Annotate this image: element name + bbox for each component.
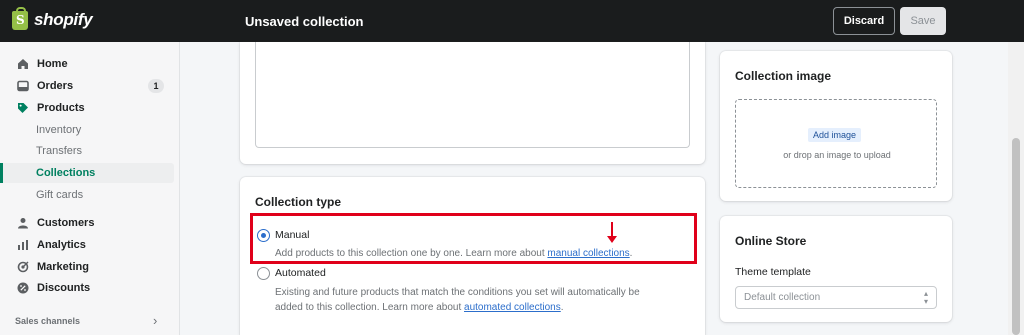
sidebar-item-marketing[interactable]: Marketing (0, 257, 174, 277)
sidebar-item-label: Home (37, 58, 68, 70)
page-scrollbar[interactable] (1008, 42, 1024, 335)
chevron-right-icon[interactable]: › (153, 313, 157, 328)
shopify-logo[interactable]: shopify (12, 6, 93, 30)
sidebar-item-customers[interactable]: Customers (0, 213, 174, 233)
sidebar-item-collections[interactable]: Collections (0, 163, 174, 183)
person-icon (17, 217, 29, 229)
sidebar-item-transfers[interactable]: Transfers (0, 141, 174, 161)
automated-radio[interactable] (257, 267, 270, 280)
shopify-bag-icon (12, 6, 28, 30)
sidebar-item-label: Gift cards (36, 189, 84, 201)
automated-help-text: Existing and future products that match … (275, 287, 640, 313)
theme-template-select[interactable]: Default collection ▴ ▾ (735, 286, 937, 309)
sidebar-item-label: Products (37, 102, 85, 114)
automated-help-line2: added to this collection. Learn more abo… (275, 302, 465, 313)
theme-template-value: Default collection (744, 292, 821, 303)
sidebar-item-products[interactable]: Products (0, 98, 174, 118)
description-editor[interactable] (255, 42, 690, 148)
sidebar-item-label: Transfers (36, 145, 83, 157)
sidebar-item-gift-cards[interactable]: Gift cards (0, 185, 174, 205)
arrow-down-icon (607, 222, 617, 243)
online-store-card: Online Store Theme template Default coll… (720, 216, 952, 322)
sidebar-item-label: Analytics (37, 239, 86, 251)
bar-chart-icon (17, 239, 29, 251)
sales-channels-heading: Sales channels (15, 316, 81, 326)
drop-hint: or drop an image to upload (783, 150, 891, 160)
automated-label[interactable]: Automated (275, 267, 326, 279)
sidebar-item-home[interactable]: Home (0, 54, 174, 74)
scrollbar-thumb[interactable] (1012, 138, 1020, 335)
sidebar-item-analytics[interactable]: Analytics (0, 235, 174, 255)
automated-collections-link[interactable]: automated collections (464, 302, 561, 313)
sidebar-item-label: Marketing (37, 261, 89, 273)
tag-icon (17, 102, 29, 114)
logo-text: shopify (34, 10, 93, 29)
collection-image-card: Collection image Add image or drop an im… (720, 51, 952, 201)
theme-template-label: Theme template (735, 266, 811, 278)
sidebar: Home Orders 1 Products Inventory Transfe… (0, 42, 180, 335)
sidebar-item-label: Discounts (37, 282, 91, 294)
save-button[interactable]: Save (900, 7, 946, 35)
sidebar-item-label: Collections (36, 167, 96, 179)
discount-icon (17, 282, 29, 294)
sidebar-item-discounts[interactable]: Discounts (0, 278, 174, 298)
page-title: Unsaved collection (245, 14, 364, 29)
sidebar-item-orders[interactable]: Orders 1 (0, 76, 174, 96)
orders-count-badge: 1 (148, 79, 164, 93)
description-card (240, 42, 705, 164)
collection-image-title: Collection image (735, 69, 832, 83)
automated-help-line1: Existing and future products that match … (275, 287, 640, 298)
sidebar-item-label: Customers (37, 217, 95, 229)
collection-type-title: Collection type (255, 195, 342, 209)
add-image-button[interactable]: Add image (808, 128, 862, 142)
target-icon (17, 261, 29, 273)
online-store-title: Online Store (735, 234, 807, 248)
sidebar-item-inventory[interactable]: Inventory (0, 120, 174, 140)
home-icon (17, 58, 29, 70)
sidebar-item-label: Inventory (36, 124, 82, 136)
select-arrows-icon: ▴ ▾ (923, 289, 928, 306)
sidebar-item-label: Orders (37, 80, 74, 92)
discard-button[interactable]: Discard (833, 7, 895, 35)
top-bar: shopify Unsaved collection Discard Save (0, 0, 1024, 42)
image-drop-zone[interactable]: Add image or drop an image to upload (735, 99, 937, 188)
orders-icon (17, 80, 29, 92)
manual-option-highlight (250, 213, 697, 264)
